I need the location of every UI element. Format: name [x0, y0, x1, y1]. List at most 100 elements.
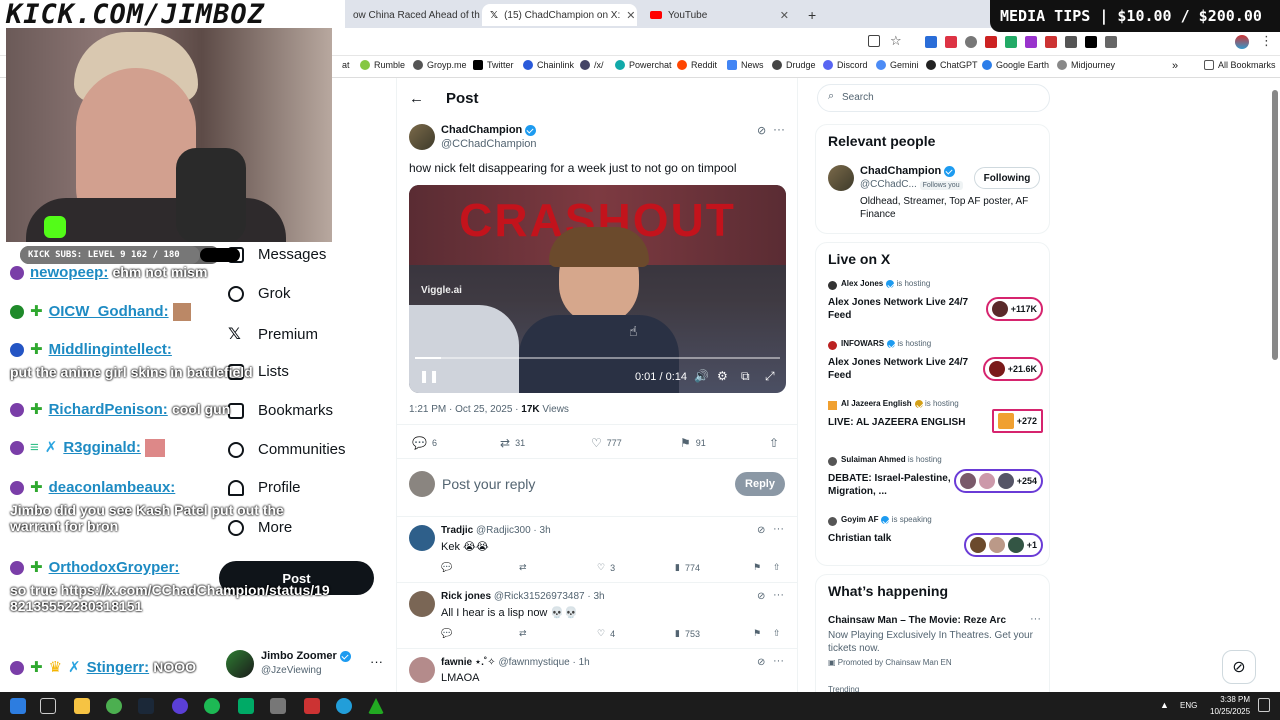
grok-icon[interactable]: ⊘ — [757, 657, 765, 668]
reply-input[interactable]: Post your reply — [442, 476, 535, 492]
reply-author[interactable]: fawnie ⋆.˚✧ @fawnmystique · 1h — [441, 657, 590, 668]
share-action[interactable]: ⇧ — [773, 628, 781, 639]
more-icon[interactable]: ··· — [773, 589, 784, 601]
more-icon[interactable]: ··· — [773, 523, 784, 535]
bookmark-action[interactable]: ⚑ — [753, 628, 761, 639]
bookmark-chatgpt[interactable]: ChatGPT — [926, 60, 978, 70]
close-icon[interactable]: ✕ — [780, 9, 789, 22]
grok-icon[interactable]: ⊘ — [757, 525, 765, 536]
reply-action[interactable]: 💬 — [441, 628, 452, 639]
chrome-icon[interactable] — [106, 698, 122, 714]
avatar[interactable] — [828, 165, 854, 191]
avatar[interactable] — [409, 525, 435, 551]
live-item[interactable]: Goyim AF is speaking Christian talk +1 — [828, 515, 1043, 561]
more-icon[interactable]: ··· — [773, 122, 785, 136]
repost-action[interactable]: ⇄ — [519, 628, 527, 639]
cast-icon[interactable] — [868, 35, 880, 47]
nav-communities[interactable]: Communities — [228, 441, 346, 458]
avatar[interactable] — [409, 591, 435, 617]
bookmark-x-board[interactable]: /x/ — [580, 60, 604, 70]
star-icon[interactable]: ☆ — [890, 33, 902, 49]
following-button[interactable]: Following — [974, 167, 1040, 189]
bookmark-item[interactable]: at — [342, 60, 350, 70]
bookmark-midjourney[interactable]: Midjourney — [1057, 60, 1115, 70]
fullscreen-icon[interactable]: ⤢ — [765, 369, 775, 384]
video-player[interactable]: CRASHOUT Viggle.ai ❚❚ 0:01 / 0:14 🔊 ⚙ ⧉ … — [409, 185, 786, 393]
reply-button[interactable]: Reply — [735, 472, 785, 496]
like-action[interactable]: ♡ 4 — [597, 628, 615, 639]
more-icon[interactable]: ··· — [370, 654, 383, 669]
reply-action[interactable]: 💬 — [441, 562, 452, 573]
nav-profile[interactable]: Profile — [228, 479, 301, 496]
grok-icon[interactable]: ⊘ — [757, 591, 765, 602]
app-icon[interactable] — [238, 698, 254, 714]
bookmark-powerchat[interactable]: Powerchat — [615, 60, 672, 70]
bookmark-google-earth[interactable]: Google Earth — [982, 60, 1049, 70]
close-icon[interactable]: ✕ — [626, 9, 635, 22]
repost-action[interactable]: ⇄ 31 — [500, 436, 525, 450]
bookmark-drudge[interactable]: Drudge — [772, 60, 816, 70]
more-bookmarks-icon[interactable]: » — [1172, 60, 1178, 72]
search-input[interactable]: ⌕ Search — [817, 84, 1050, 112]
share-action[interactable]: ⇧ — [769, 436, 779, 450]
reply-item[interactable]: Rick jones @Rick31526973487 · 3h All I h… — [397, 582, 797, 648]
clock[interactable]: 3:38 PM 10/25/2025 — [1210, 694, 1250, 718]
nav-premium[interactable]: 𝕏 Premium — [228, 324, 318, 344]
live-item[interactable]: Al Jazeera English is hosting LIVE: AL J… — [828, 399, 1043, 445]
new-tab-button[interactable]: + — [800, 4, 820, 26]
bookmark-reddit[interactable]: Reddit — [677, 60, 717, 70]
bookmark-chainlink[interactable]: Chainlink — [523, 60, 574, 70]
avatar[interactable] — [409, 657, 435, 683]
telegram-icon[interactable] — [336, 698, 352, 714]
like-action[interactable]: ♡ 777 — [591, 436, 622, 450]
nav-bookmarks[interactable]: Bookmarks — [228, 402, 333, 419]
reply-action[interactable]: 💬 6 — [412, 436, 437, 450]
app-icon[interactable] — [270, 698, 286, 714]
nav-grok[interactable]: Grok — [228, 285, 291, 302]
all-bookmarks[interactable]: All Bookmarks — [1204, 60, 1276, 70]
bookmark-action[interactable]: ⚑ — [753, 562, 761, 573]
windows-start-icon[interactable] — [10, 698, 26, 714]
grok-floating-icon[interactable]: ⊘ — [1222, 650, 1256, 684]
app-icon[interactable] — [304, 698, 320, 714]
steam-icon[interactable] — [138, 698, 154, 714]
volume-icon[interactable]: 🔊 — [694, 369, 709, 383]
settings-icon[interactable]: ⚙ — [717, 369, 728, 383]
reply-item[interactable]: Tradjic @Radjic300 · 3h Kek 😭😭 ⊘ ··· 💬 ⇄… — [397, 516, 797, 582]
video-scrubber[interactable] — [415, 357, 780, 359]
bookmark-discord[interactable]: Discord — [823, 60, 868, 70]
bookmark-twitter[interactable]: Twitter — [473, 60, 514, 70]
more-icon[interactable]: ··· — [773, 655, 784, 667]
tab-youtube[interactable]: YouTube ✕ — [642, 4, 797, 26]
bookmark-news[interactable]: News — [727, 60, 764, 70]
live-item[interactable]: Alex Jones is hosting Alex Jones Network… — [828, 279, 1043, 331]
spotify-icon[interactable] — [204, 698, 220, 714]
author-name[interactable]: ChadChampion — [441, 124, 537, 136]
reply-author[interactable]: Tradjic @Radjic300 · 3h — [441, 525, 551, 536]
trend-title[interactable]: Chainsaw Man – The Movie: Reze Arc — [828, 615, 1006, 626]
reply-author[interactable]: Rick jones @Rick31526973487 · 3h — [441, 591, 605, 602]
extension-icons[interactable] — [925, 36, 1135, 48]
person-name[interactable]: ChadChampion — [860, 165, 956, 177]
pause-icon[interactable]: ❚❚ — [419, 369, 439, 383]
notification-icon[interactable] — [1258, 698, 1270, 712]
like-action[interactable]: ♡ 3 — [597, 562, 615, 573]
live-item[interactable]: INFOWARS is hosting Alex Jones Network L… — [828, 339, 1043, 391]
views-action[interactable]: ▮ 774 — [675, 562, 700, 573]
share-action[interactable]: ⇧ — [773, 562, 781, 573]
chevron-up-icon[interactable]: ▲ — [1160, 700, 1169, 710]
reply-item[interactable]: fawnie ⋆.˚✧ @fawnmystique · 1h LMAOA ⊘ ·… — [397, 648, 797, 692]
views-action[interactable]: ▮ 753 — [675, 628, 700, 639]
grok-icon[interactable]: ⊘ — [757, 124, 766, 137]
repost-action[interactable]: ⇄ — [519, 562, 527, 573]
pip-icon[interactable]: ⧉ — [741, 369, 750, 384]
obs-icon[interactable] — [172, 698, 188, 714]
profile-avatar[interactable] — [1235, 35, 1249, 49]
bookmark-action[interactable]: ⚑ 91 — [680, 436, 706, 450]
author-handle[interactable]: @CChadChampion — [441, 138, 537, 150]
app-icon[interactable] — [368, 698, 384, 714]
more-icon[interactable]: ··· — [1030, 613, 1041, 625]
menu-icon[interactable]: ⋮ — [1260, 33, 1273, 49]
live-item[interactable]: Sulaiman Ahmed is hosting DEBATE: Israel… — [828, 455, 1043, 507]
bookmark-rumble[interactable]: Rumble — [360, 60, 405, 70]
